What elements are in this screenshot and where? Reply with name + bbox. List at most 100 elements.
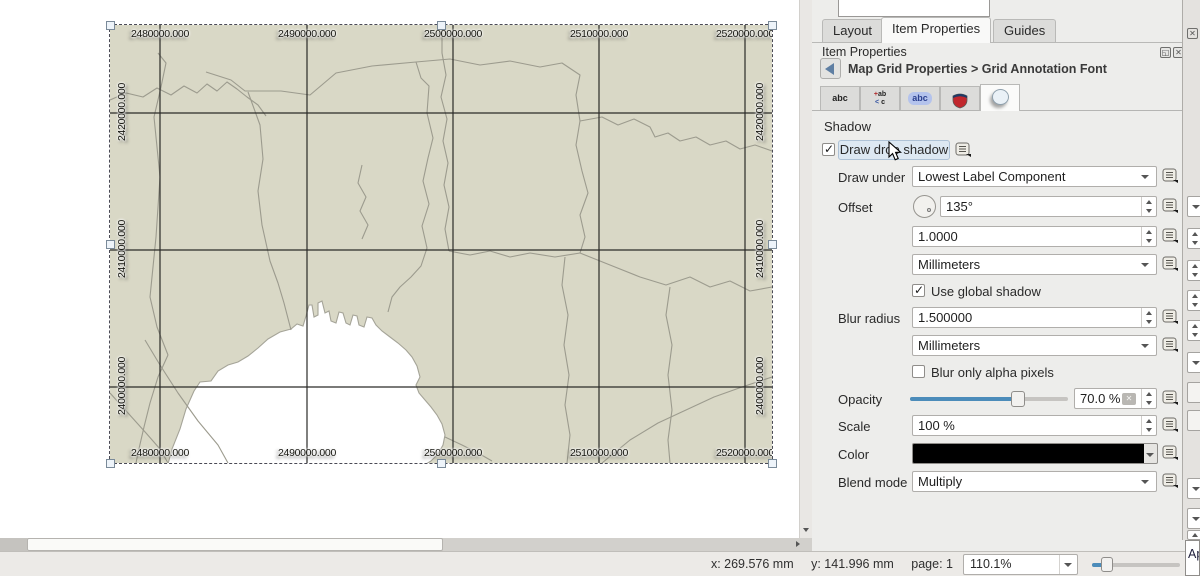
tab-layout[interactable]: Layout: [822, 19, 883, 43]
selection-handle-top-left[interactable]: [106, 21, 115, 30]
data-defined-override-icon[interactable]: [1162, 473, 1180, 489]
grid-label-top: 2510000.000: [553, 28, 645, 40]
grid-label-left: 2410000.000: [116, 203, 128, 295]
canvas-vertical-scrollbar[interactable]: [799, 0, 812, 538]
blend-mode-label: Blend mode: [838, 475, 907, 490]
clear-value-icon[interactable]: ✕: [1122, 393, 1136, 405]
formatting-icon: +ab< c: [861, 87, 899, 107]
grid-label-bottom: 2520000.000: [699, 447, 772, 459]
color-dropdown-button[interactable]: [1144, 443, 1158, 464]
cutoff-text-fragment: Ap: [1185, 540, 1200, 576]
draw-drop-shadow-checkbox[interactable]: [822, 143, 835, 156]
subtab-background[interactable]: [940, 86, 980, 111]
zoom-slider-handle[interactable]: [1101, 557, 1113, 572]
data-defined-override-icon[interactable]: [1162, 168, 1180, 184]
section-heading: Shadow: [824, 119, 871, 134]
tab-underline: [812, 42, 1182, 43]
chevron-down-icon: [1141, 263, 1149, 267]
cutoff-spinbox: [1187, 260, 1200, 281]
selection-handle-bottom-right[interactable]: [768, 459, 777, 468]
tab-item-properties[interactable]: Item Properties: [881, 17, 991, 43]
item-properties-panel: Layout Item Properties Guides Item Prope…: [812, 0, 1182, 551]
subtab-formatting[interactable]: +ab< c: [860, 86, 900, 111]
grid-label-top: 2520000.000: [699, 28, 772, 40]
blend-mode-select[interactable]: Multiply: [912, 471, 1157, 492]
opacity-spinbox[interactable]: 70.0 % ✕: [1074, 388, 1157, 409]
cutoff-widget-fragment: [838, 0, 990, 17]
offset-angle-spinbox[interactable]: 135°: [940, 196, 1157, 217]
float-panel-icon[interactable]: ◱: [1160, 47, 1171, 58]
grid-label-bottom: 2500000.000: [407, 447, 499, 459]
grid-label-right: 2420000.000: [754, 66, 766, 158]
map-item[interactable]: 2480000.000 2490000.000 2500000.000 2510…: [110, 25, 772, 463]
grid-label-top: 2490000.000: [261, 28, 353, 40]
chevron-down-icon: [1141, 480, 1149, 484]
data-defined-override-icon[interactable]: [1162, 228, 1180, 244]
cursor-coordinates: x: 269.576 mm y: 141.996 mm page: 1: [697, 557, 953, 571]
subtab-text[interactable]: abc: [820, 86, 860, 111]
close-icon[interactable]: ✕: [1187, 28, 1198, 39]
scroll-down-icon[interactable]: [801, 524, 812, 536]
chevron-down-icon: [1141, 344, 1149, 348]
selection-handle-bottom-left[interactable]: [106, 459, 115, 468]
blur-units-select[interactable]: Millimeters: [912, 335, 1157, 356]
selection-handle-mid-left[interactable]: [106, 240, 115, 249]
grid-label-bottom: 2490000.000: [261, 447, 353, 459]
blur-only-alpha-label[interactable]: Blur only alpha pixels: [931, 365, 1054, 380]
spin-buttons[interactable]: [1141, 227, 1156, 246]
data-defined-override-icon[interactable]: [955, 142, 973, 158]
opacity-slider-handle[interactable]: [1011, 391, 1025, 407]
opacity-label: Opacity: [838, 392, 882, 407]
cutoff-dropdown: [1187, 352, 1200, 373]
spin-buttons[interactable]: [1141, 389, 1156, 408]
draw-under-select[interactable]: Lowest Label Component: [912, 166, 1157, 187]
data-defined-override-icon[interactable]: [1162, 198, 1180, 214]
offset-label: Offset: [838, 200, 872, 215]
breadcrumb: Map Grid Properties > Grid Annotation Fo…: [848, 62, 1107, 76]
subtab-buffer[interactable]: abc: [900, 86, 940, 111]
offset-angle-dial[interactable]: [913, 195, 936, 218]
data-defined-override-icon[interactable]: [1162, 445, 1180, 461]
shadow-color-button[interactable]: [912, 443, 1145, 464]
data-defined-override-icon[interactable]: [1162, 256, 1180, 272]
cutoff-spinbox: [1187, 228, 1200, 249]
data-defined-override-icon[interactable]: [1162, 390, 1180, 406]
shield-background-icon: [951, 91, 969, 109]
grid-label-bottom: 2480000.000: [114, 447, 206, 459]
tab-guides[interactable]: Guides: [993, 19, 1056, 43]
offset-units-select[interactable]: Millimeters: [912, 254, 1157, 275]
cutoff-dropdown: [1187, 196, 1200, 217]
use-global-shadow-label[interactable]: Use global shadow: [931, 284, 1041, 299]
horizontal-scrollbar-thumb[interactable]: [27, 538, 443, 551]
status-bar: x: 269.576 mm y: 141.996 mm page: 1 110.…: [0, 551, 1185, 576]
selection-handle-mid-right[interactable]: [768, 240, 777, 249]
scroll-right-icon[interactable]: [790, 538, 806, 551]
page-indicator: page: 1: [911, 557, 953, 571]
panel-title: Item Properties: [822, 45, 907, 59]
selection-handle-bottom-mid[interactable]: [437, 459, 446, 468]
selection-handle-top-right[interactable]: [768, 21, 777, 30]
data-defined-override-icon[interactable]: [1162, 309, 1180, 325]
offset-distance-spinbox[interactable]: 1.0000: [912, 226, 1157, 247]
chevron-down-icon: [1064, 563, 1072, 567]
spin-buttons[interactable]: [1141, 416, 1156, 435]
grid-label-left: 2400000.000: [116, 340, 128, 432]
grid-label-right: 2410000.000: [754, 203, 766, 295]
dial-dot: [927, 208, 931, 212]
selection-handle-top-mid[interactable]: [437, 21, 446, 30]
canvas-horizontal-scrollbar[interactable]: [0, 538, 812, 551]
blur-only-alpha-checkbox[interactable]: [912, 365, 925, 378]
blur-radius-spinbox[interactable]: 1.500000: [912, 307, 1157, 328]
data-defined-override-icon[interactable]: [1162, 417, 1180, 433]
data-defined-override-icon[interactable]: [1162, 337, 1180, 353]
zoom-level-combobox[interactable]: 110.1%: [963, 554, 1078, 575]
scale-spinbox[interactable]: 100 %: [912, 415, 1157, 436]
layout-page-canvas[interactable]: 2480000.000 2490000.000 2500000.000 2510…: [0, 0, 799, 538]
draw-drop-shadow-label[interactable]: Draw drop shadow: [838, 140, 950, 160]
back-button[interactable]: [820, 58, 841, 79]
use-global-shadow-checkbox[interactable]: [912, 284, 925, 297]
shadow-circle-icon: [992, 89, 1009, 105]
spin-buttons[interactable]: [1141, 308, 1156, 327]
subtab-shadow[interactable]: [980, 84, 1020, 111]
spin-buttons[interactable]: [1141, 197, 1156, 216]
